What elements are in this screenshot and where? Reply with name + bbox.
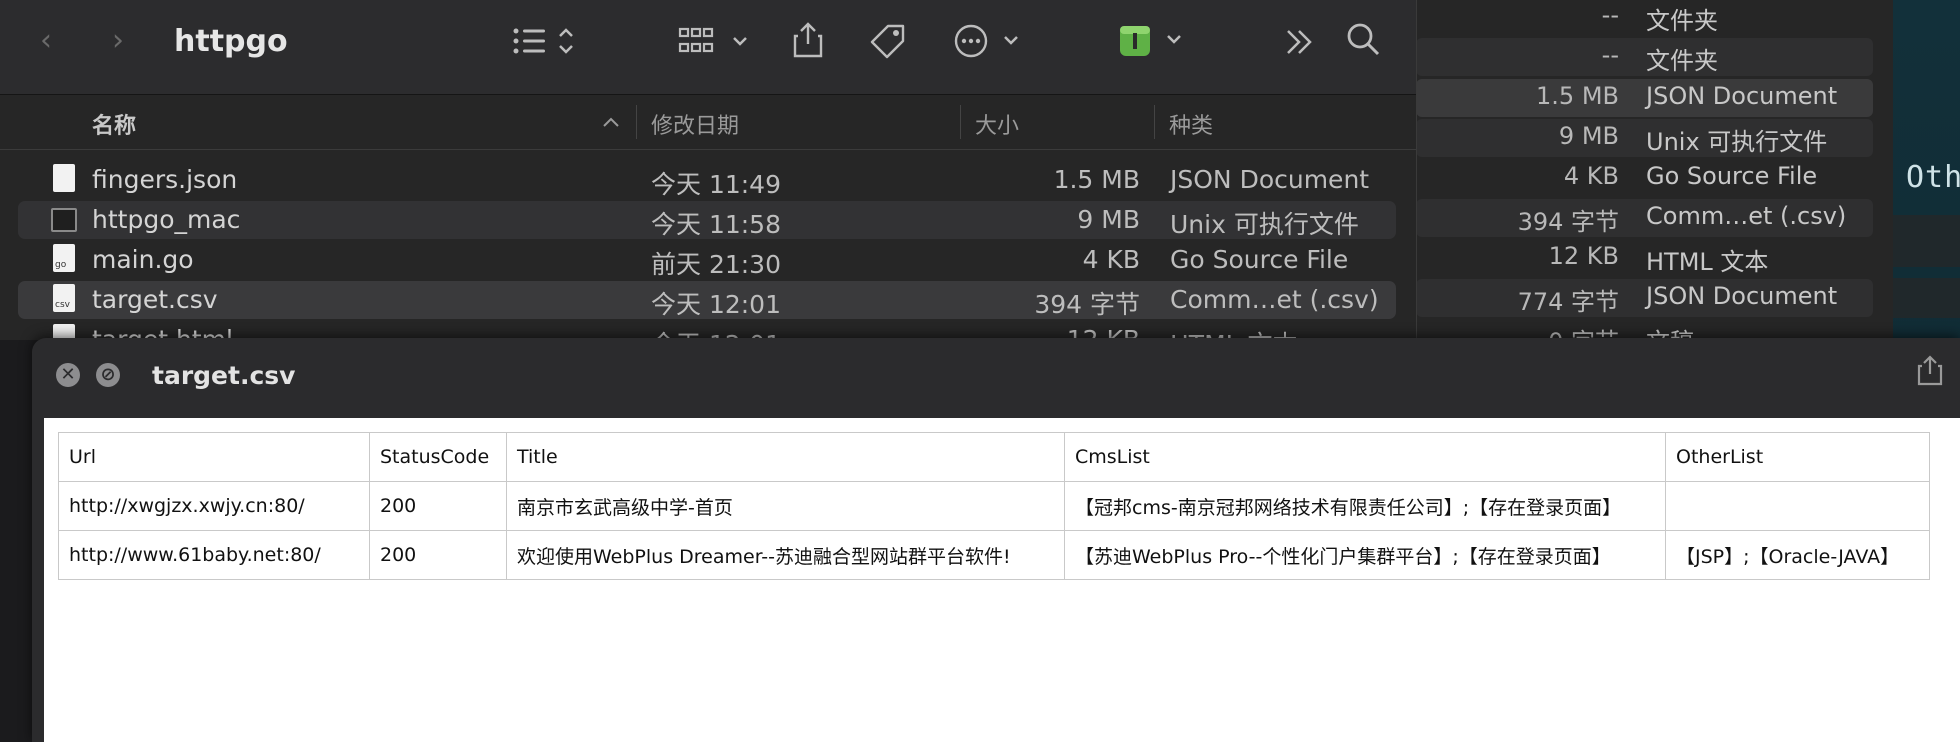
table-row: http://www.61baby.net:80/ 200 欢迎使用WebPlu… <box>58 530 1930 580</box>
sort-ascending-icon[interactable] <box>602 115 620 129</box>
back-file-row[interactable]: 12 KB HTML 文本 <box>1416 239 1873 277</box>
table-header-cell: OtherList <box>1665 432 1930 482</box>
finder-toolbar: ‹ › httpgo <box>0 0 1416 95</box>
terminal-text: Oth <box>1906 160 1960 195</box>
window-title: httpgo <box>174 24 288 59</box>
tag-icon[interactable] <box>868 22 908 62</box>
csv-table: Url StatusCode Title CmsList OtherList h… <box>58 432 1930 580</box>
back-file-row[interactable]: -- 文件夹 <box>1416 0 1873 36</box>
go-file-icon: go <box>53 244 75 272</box>
toolbar-overflow-icon[interactable] <box>1284 26 1316 58</box>
csv-preview: Url StatusCode Title CmsList OtherList h… <box>44 418 1960 742</box>
back-file-row[interactable]: -- 文件夹 <box>1416 38 1873 76</box>
table-header-cell: CmsList <box>1064 432 1666 482</box>
finder-window[interactable]: ‹ › httpgo 名称 修改日期 大小 种类 fingers.json 今天… <box>0 0 1417 359</box>
column-header-kind[interactable]: 种类 <box>1169 108 1213 140</box>
file-row[interactable]: go main.go 前天 21:30 4 KB Go Source File <box>18 241 1396 279</box>
terminal-line-highlight <box>1893 215 1960 267</box>
table-cell: 200 <box>369 530 507 580</box>
file-row[interactable]: fingers.json 今天 11:49 1.5 MB JSON Docume… <box>18 161 1396 199</box>
forward-nav-icon[interactable]: › <box>112 26 124 56</box>
list-view-icon[interactable] <box>512 26 576 60</box>
file-row[interactable]: csv target.csv 今天 12:01 394 字节 Comm…et (… <box>18 281 1396 319</box>
table-header-row: Url StatusCode Title CmsList OtherList <box>58 432 1930 482</box>
table-cell: 200 <box>369 481 507 531</box>
more-actions-icon[interactable] <box>954 24 1024 60</box>
back-file-row[interactable]: 9 MB Unix 可执行文件 <box>1416 119 1873 157</box>
close-icon[interactable]: ✕ <box>56 363 80 387</box>
column-header-name[interactable]: 名称 <box>92 108 136 140</box>
table-cell: 南京市玄武高级中学-首页 <box>506 481 1065 531</box>
table-cell <box>1665 481 1930 531</box>
csv-file-icon: csv <box>53 284 75 312</box>
table-header-cell: Url <box>58 432 370 482</box>
table-cell: 【苏迪WebPlus Pro--个性化门户集群平台】;【存在登录页面】 <box>1064 530 1666 580</box>
quicklook-title: target.csv <box>152 361 296 390</box>
quicklook-window[interactable]: ✕ ⊘ target.csv Url StatusCode Title CmsL… <box>32 338 1960 742</box>
table-cell: http://xwgjzx.xwjy.cn:80/ <box>58 481 370 531</box>
back-file-row[interactable]: 394 字节 Comm…et (.csv) <box>1416 199 1873 237</box>
search-icon[interactable] <box>1346 22 1382 58</box>
table-cell: http://www.61baby.net:80/ <box>58 530 370 580</box>
table-header-cell: Title <box>506 432 1065 482</box>
back-nav-icon[interactable]: ‹ <box>40 26 52 56</box>
column-header-size[interactable]: 大小 <box>975 108 1019 140</box>
back-file-row[interactable]: 774 字节 JSON Document <box>1416 279 1873 317</box>
group-view-icon[interactable] <box>678 26 752 60</box>
terminal-line-highlight <box>1893 278 1960 318</box>
file-row[interactable]: httpgo_mac 今天 11:58 9 MB Unix 可执行文件 <box>18 201 1396 239</box>
fullscreen-disabled-icon[interactable]: ⊘ <box>96 363 120 387</box>
back-file-row[interactable]: 1.5 MB JSON Document <box>1416 79 1873 117</box>
table-header-cell: StatusCode <box>369 432 507 482</box>
archive-app-icon[interactable] <box>1118 24 1188 60</box>
json-file-icon <box>53 164 75 192</box>
table-cell: 欢迎使用WebPlus Dreamer--苏迪融合型网站群平台软件! <box>506 530 1065 580</box>
share-icon[interactable] <box>1916 354 1944 386</box>
column-header-row: 名称 修改日期 大小 种类 <box>0 95 1416 150</box>
table-row: http://xwgjzx.xwjy.cn:80/ 200 南京市玄武高级中学-… <box>58 481 1930 531</box>
table-cell: 【JSP】;【Oracle-JAVA】 <box>1665 530 1930 580</box>
table-cell: 【冠邦cms-南京冠邦网络技术有限责任公司】;【存在登录页面】 <box>1064 481 1666 531</box>
back-file-row[interactable]: 4 KB Go Source File <box>1416 159 1873 197</box>
share-icon[interactable] <box>792 20 824 60</box>
column-header-date[interactable]: 修改日期 <box>651 108 739 140</box>
executable-icon <box>51 208 77 232</box>
